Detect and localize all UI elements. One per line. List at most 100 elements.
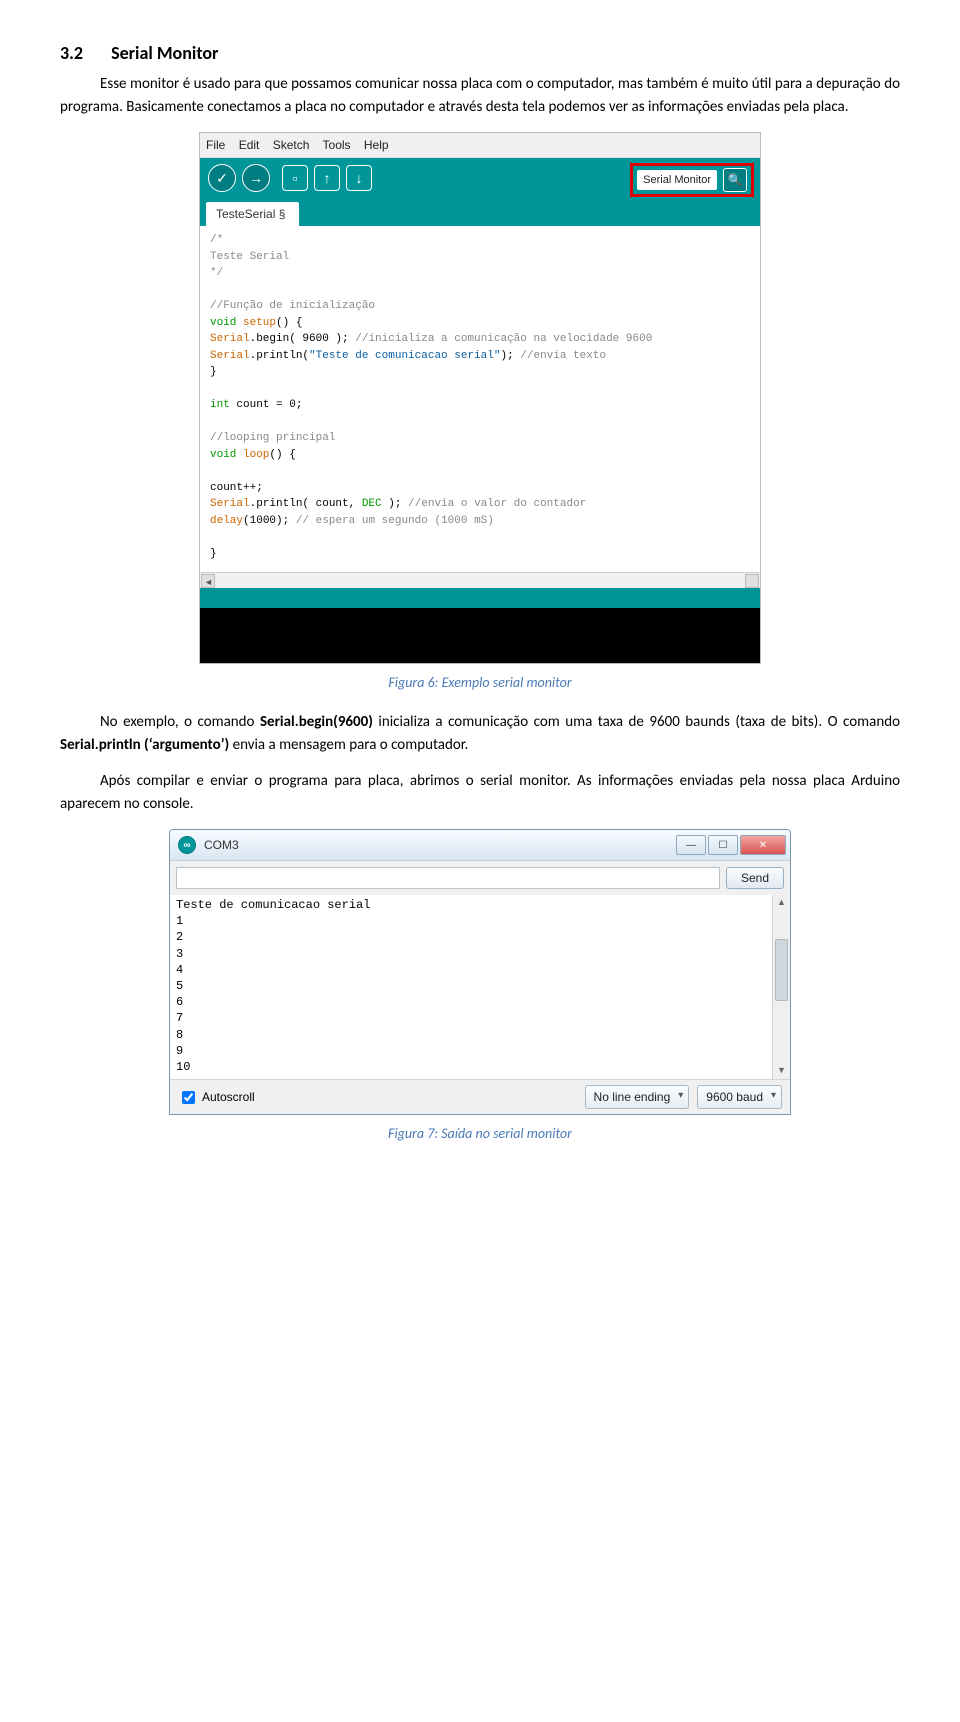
code-line: Teste Serial <box>210 251 289 263</box>
new-sketch-button[interactable]: ▫ <box>282 165 308 191</box>
maximize-icon: ☐ <box>719 838 728 853</box>
editor-horizontal-scrollbar[interactable]: ◄ ► <box>200 572 760 588</box>
code-comment: //inicializa a comunicação na velocidade… <box>349 333 653 345</box>
maximize-button[interactable]: ☐ <box>708 835 738 855</box>
upload-button[interactable]: → <box>242 164 270 192</box>
code-kw: int <box>210 399 230 411</box>
ide-menubar: File Edit Sketch Tools Help <box>200 133 760 158</box>
close-icon: ✕ <box>759 838 767 853</box>
p2-text: inicializa a comunicação com uma taxa de… <box>373 713 900 731</box>
code-obj: Serial <box>210 498 250 510</box>
code-fn: setup <box>236 317 276 329</box>
section-number: 3.2 <box>60 42 83 64</box>
para-2: No exemplo, o comando Serial.begin(9600)… <box>60 711 900 756</box>
new-icon: ▫ <box>293 168 298 189</box>
serial-monitor-button[interactable]: 🔍 <box>723 168 747 192</box>
section-heading: 3.2 Serial Monitor <box>60 40 900 67</box>
code-call: .println( <box>250 350 309 362</box>
serial-window-title: COM3 <box>204 836 676 854</box>
serial-titlebar: ∞ COM3 — ☐ ✕ <box>170 830 790 861</box>
code-call: .println( count, <box>250 498 362 510</box>
p2-text: envia a mensagem para o computador. <box>229 736 468 754</box>
code-line: */ <box>210 267 223 279</box>
section-title: Serial Monitor <box>111 42 218 64</box>
save-button[interactable]: ↓ <box>346 165 372 191</box>
arduino-ide-window: File Edit Sketch Tools Help ✓ → ▫ ↑ ↓ Se… <box>199 132 761 664</box>
ide-console <box>200 608 760 663</box>
p2-bold-2: Serial.println (‘argumento’) <box>60 736 229 754</box>
baud-dropdown[interactable]: 9600 baud <box>697 1085 782 1109</box>
open-button[interactable]: ↑ <box>314 165 340 191</box>
verify-button[interactable]: ✓ <box>208 164 236 192</box>
para-1: Esse monitor é usado para que possamos c… <box>60 73 900 118</box>
minimize-button[interactable]: — <box>676 835 706 855</box>
code-sym: () { <box>269 449 295 461</box>
scroll-down-icon: ▼ <box>773 1063 790 1079</box>
code-call: (1000); <box>243 515 289 527</box>
ide-status-bar <box>200 588 760 608</box>
code-kw: void <box>210 317 236 329</box>
code-line: //Função de inicialização <box>210 300 375 312</box>
menu-file[interactable]: File <box>206 138 225 152</box>
minimize-icon: — <box>686 838 696 853</box>
arrow-up-icon: ↑ <box>324 168 331 189</box>
scroll-right-icon: ► <box>747 576 756 590</box>
window-controls: — ☐ ✕ <box>676 835 786 855</box>
code-sym: ); <box>382 498 402 510</box>
para-3: Após compilar e enviar o programa para p… <box>60 770 900 815</box>
menu-help[interactable]: Help <box>364 138 389 152</box>
app-icon: ∞ <box>178 836 196 854</box>
p2-bold-1: Serial.begin(9600) <box>260 713 373 731</box>
code-comment: //envia texto <box>514 350 606 362</box>
editor-tab[interactable]: TesteSerial § <box>206 202 299 226</box>
code-const: DEC <box>362 498 382 510</box>
serial-send-row: Send <box>170 861 790 895</box>
serial-vertical-scrollbar[interactable]: ▲ ▼ <box>772 895 790 1079</box>
menu-edit[interactable]: Edit <box>239 138 260 152</box>
serial-input[interactable] <box>176 867 720 889</box>
menu-tools[interactable]: Tools <box>323 138 351 152</box>
serial-monitor-window: ∞ COM3 — ☐ ✕ Send Teste de comunicacao s… <box>169 829 791 1115</box>
scroll-up-icon: ▲ <box>773 895 790 911</box>
code-line: } <box>210 366 217 378</box>
serial-bottom-bar: Autoscroll No line ending 9600 baud <box>170 1079 790 1114</box>
figure6-caption: Figura 6: Exemplo serial monitor <box>60 672 900 693</box>
serial-monitor-tooltip: Serial Monitor <box>637 170 717 191</box>
menu-sketch[interactable]: Sketch <box>273 138 310 152</box>
serial-output-container: Teste de comunicacao serial 1 2 3 4 5 6 … <box>170 895 790 1079</box>
code-sym: () { <box>276 317 302 329</box>
scroll-left-icon: ◄ <box>204 576 213 590</box>
autoscroll-label: Autoscroll <box>202 1088 255 1106</box>
code-obj: Serial <box>210 350 250 362</box>
code-line: } <box>210 548 217 560</box>
infinity-icon: ∞ <box>183 838 190 853</box>
code-fn: delay <box>210 515 243 527</box>
scrollbar-thumb[interactable] <box>775 939 788 1001</box>
code-call: .begin( 9600 ); <box>250 333 349 345</box>
code-fn: loop <box>236 449 269 461</box>
magnifier-icon: 🔍 <box>728 171 743 189</box>
arrow-right-icon: → <box>249 168 263 189</box>
send-button[interactable]: Send <box>726 867 784 889</box>
line-ending-dropdown[interactable]: No line ending <box>585 1085 690 1109</box>
serial-monitor-highlight: Serial Monitor 🔍 <box>630 163 754 197</box>
code-line: /* <box>210 234 223 246</box>
code-kw: void <box>210 449 236 461</box>
code-editor[interactable]: /* Teste Serial */ //Função de inicializ… <box>200 226 760 572</box>
figure7-caption: Figura 7: Saída no serial monitor <box>60 1123 900 1144</box>
code-comment: //envia o valor do contador <box>401 498 586 510</box>
p2-text: No exemplo, o comando <box>100 713 260 731</box>
serial-output: Teste de comunicacao serial 1 2 3 4 5 6 … <box>170 895 772 1079</box>
editor-tab-row: TesteSerial § <box>200 198 760 226</box>
code-line: count++; <box>210 482 263 494</box>
code-comment: // espera um segundo (1000 mS) <box>289 515 494 527</box>
arrow-down-icon: ↓ <box>356 168 363 189</box>
autoscroll-checkbox-label[interactable]: Autoscroll <box>178 1088 577 1107</box>
close-button[interactable]: ✕ <box>740 835 786 855</box>
check-icon: ✓ <box>216 168 228 189</box>
autoscroll-checkbox[interactable] <box>182 1091 195 1104</box>
code-var: count = 0; <box>230 399 303 411</box>
code-obj: Serial <box>210 333 250 345</box>
ide-toolbar: ✓ → ▫ ↑ ↓ Serial Monitor 🔍 <box>200 158 760 198</box>
code-comment: //looping principal <box>210 432 335 444</box>
